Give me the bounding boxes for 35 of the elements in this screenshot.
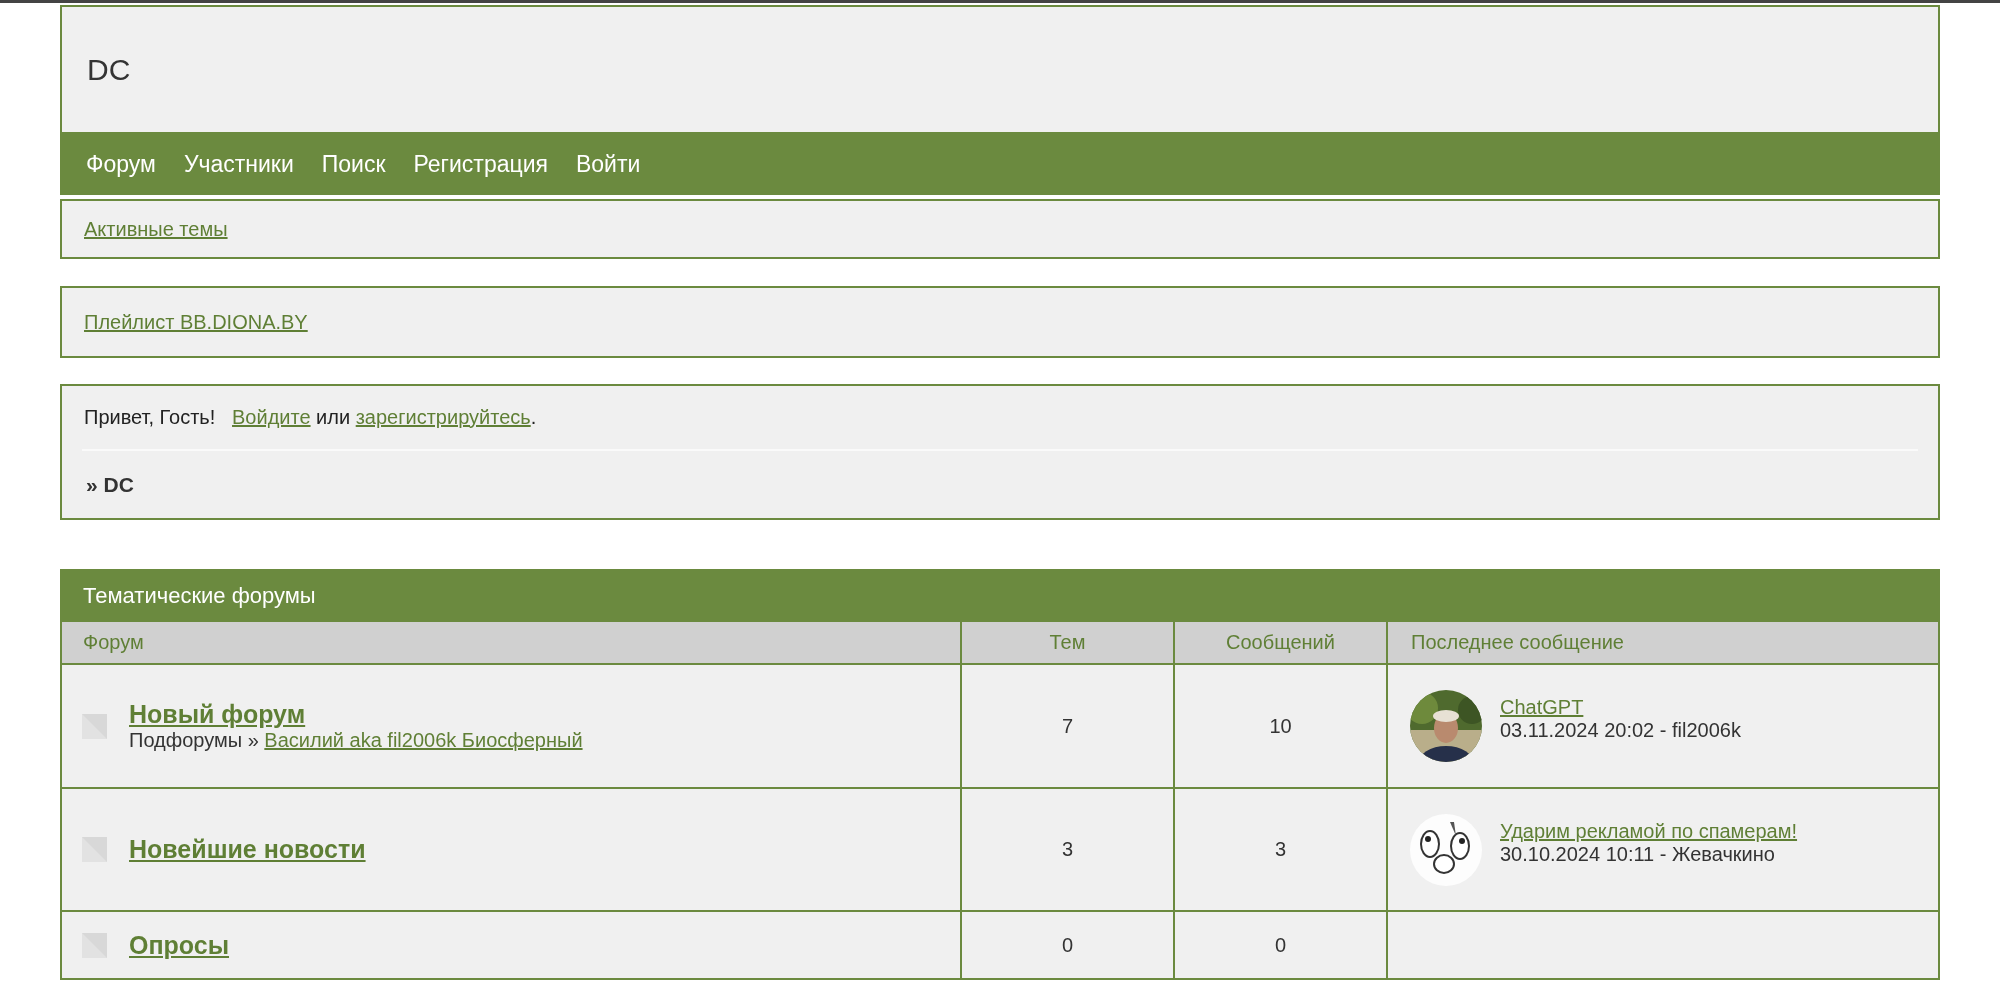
last-post-meta: 30.10.2024 10:11 - Жевачкино [1500, 842, 1776, 866]
forum-title-link[interactable]: Опросы [129, 930, 229, 960]
active-topics-link[interactable]: Активные темы [84, 217, 228, 241]
last-post-link[interactable]: ChatGPT [1500, 696, 1741, 719]
breadcrumb: » DC [85, 473, 135, 497]
nav-link[interactable]: Участники [169, 148, 308, 179]
column-header: Сообщений [1173, 622, 1386, 665]
post-count: 0 [1274, 933, 1287, 957]
forum-status-icon [82, 837, 107, 862]
forum-status-icon [82, 932, 107, 958]
post-count: 10 [1269, 714, 1292, 738]
column-header: Форум [62, 622, 960, 665]
post-count: 3 [1274, 838, 1287, 861]
nav-link[interactable]: Войти [561, 148, 655, 179]
subforum-link[interactable]: Василий aka fil2006k Биосферный [264, 729, 583, 751]
site-title: DC [87, 52, 131, 87]
subforums-text: Подфорумы » Василий aka fil2006k Биосферный [129, 729, 583, 752]
category-header: Тематические форумы [60, 569, 1940, 622]
playlist-link[interactable]: Плейлист BB.DIONA.BY [84, 310, 308, 334]
topic-count: 7 [1061, 714, 1074, 738]
nav-link[interactable]: Регистрация [399, 148, 562, 179]
last-post-meta: 03.11.2024 20:02 - fil2006k [1500, 719, 1741, 742]
topic-count: 0 [1061, 933, 1074, 957]
nav-link[interactable]: Форум [72, 148, 170, 179]
nav-link[interactable]: Поиск [307, 148, 400, 179]
column-header: Последнее сообщение [1386, 622, 1938, 665]
column-header: Тем [960, 622, 1173, 665]
forum-status-icon [82, 713, 107, 739]
last-post-link[interactable]: Ударим рекламой по спамерам! [1500, 819, 1798, 843]
forum-title-link[interactable]: Новый форум [129, 700, 583, 729]
forum-title-link[interactable]: Новейшие новости [129, 835, 366, 864]
topic-count: 3 [1061, 838, 1074, 861]
greeting-text: Привет, Гость! Войдите или зарегистрируйтесь. [82, 386, 1918, 451]
login-link[interactable]: Войдите [232, 406, 311, 429]
register-link[interactable]: зарегистрируйтесь [355, 406, 531, 429]
